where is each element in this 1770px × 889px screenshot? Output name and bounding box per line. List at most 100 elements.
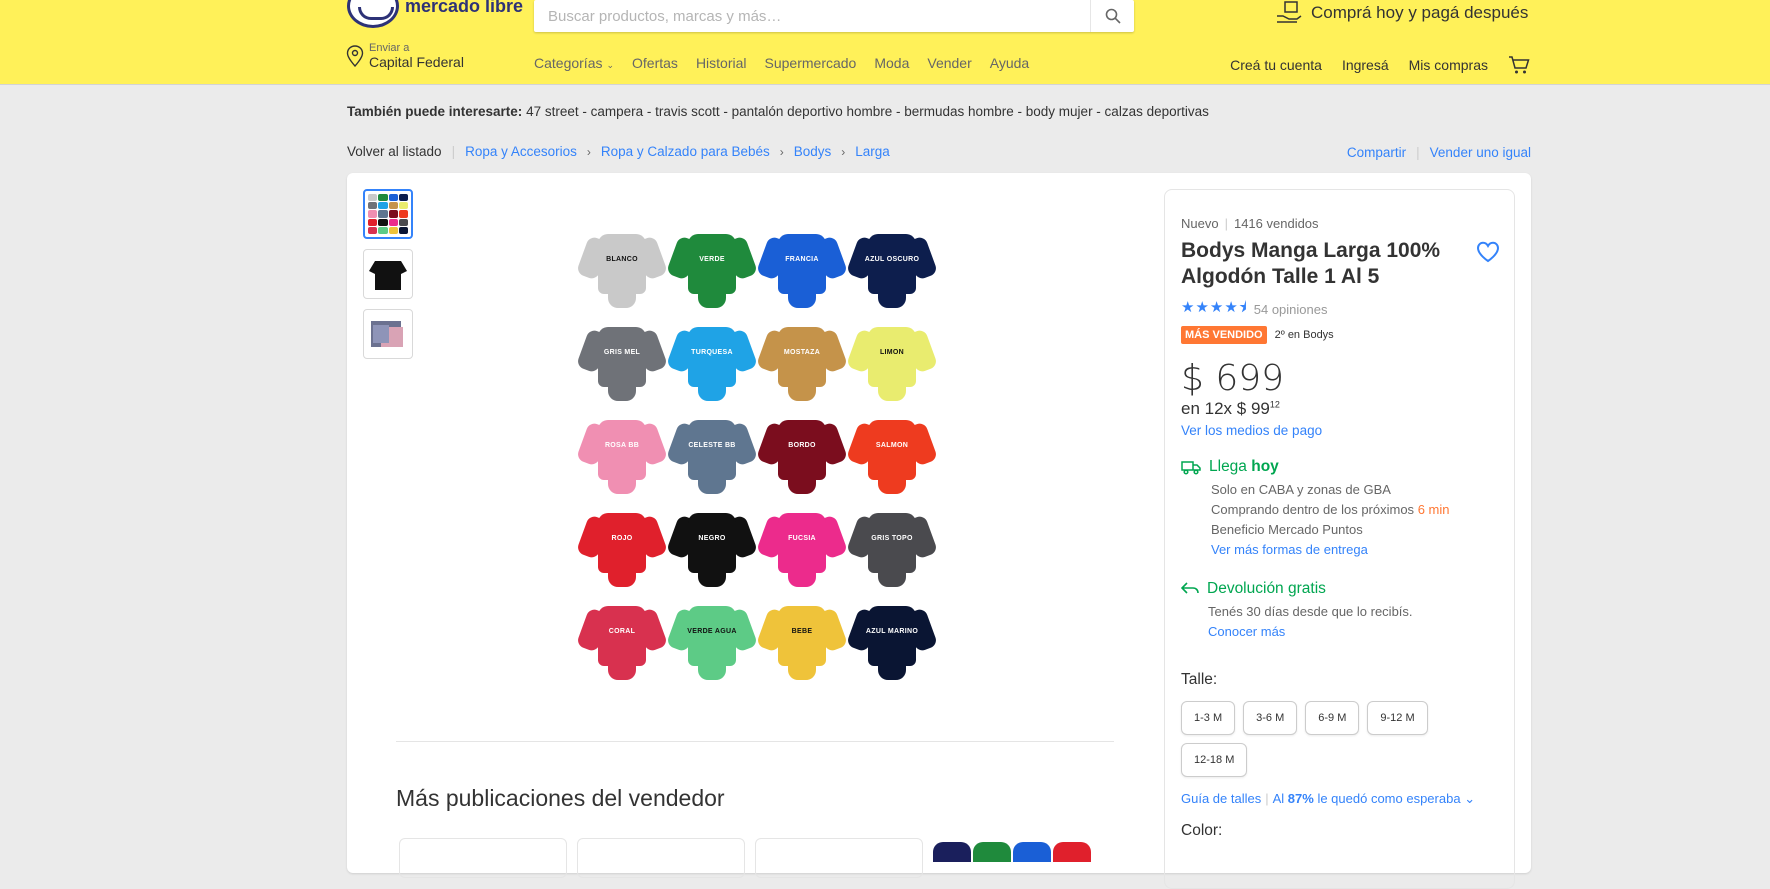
nav-vender[interactable]: Vender xyxy=(927,55,971,71)
shipping-line: Comprando dentro de los próximos 6 min xyxy=(1211,500,1449,520)
chevron-down-icon: ⌄ xyxy=(1464,791,1476,806)
nav-supermercado[interactable]: Supermercado xyxy=(765,55,857,71)
bodysuit-color-label: BEBE xyxy=(791,628,813,635)
publication-card[interactable] xyxy=(399,838,567,878)
bodysuit-crotch xyxy=(608,660,636,680)
bodysuit-torso xyxy=(688,234,736,294)
create-account-link[interactable]: Creá tu cuenta xyxy=(1230,57,1322,73)
user-nav: Creá tu cuenta Ingresá Mis compras xyxy=(1230,55,1530,75)
bodysuit-item: ROSA BB xyxy=(575,414,669,502)
bodysuit-crotch xyxy=(698,288,726,308)
bodysuit-torso xyxy=(868,606,916,666)
promo-banner[interactable]: Comprá hoy y pagá después xyxy=(1275,0,1528,26)
thumb-swatch xyxy=(368,194,378,202)
shipping-line-text: Comprando dentro de los próximos xyxy=(1211,502,1415,517)
shipping-header: Llega hoy xyxy=(1181,458,1449,476)
shipping-title-text: Llega xyxy=(1209,458,1247,475)
login-link[interactable]: Ingresá xyxy=(1342,57,1389,73)
search-button[interactable] xyxy=(1090,0,1134,32)
best-seller-badge: MÁS VENDIDO xyxy=(1181,326,1267,344)
bodysuit-torso xyxy=(688,327,736,387)
publication-card[interactable] xyxy=(933,838,1101,878)
learn-more-link[interactable]: Conocer más xyxy=(1208,624,1285,639)
bodysuit-item: MOSTAZA xyxy=(755,321,849,409)
main-product-image[interactable]: BLANCO VERDE FRANCIA AZUL OSCURO GRIS MEL TUR… xyxy=(575,228,942,688)
more-shipping-link[interactable]: Ver más formas de entrega xyxy=(1211,542,1368,557)
nav-ayuda[interactable]: Ayuda xyxy=(990,55,1029,71)
share-actions: Compartir | Vender uno igual xyxy=(1347,145,1531,160)
nav-categorias[interactable]: Categorías ⌄ xyxy=(534,55,614,71)
cart-icon[interactable] xyxy=(1508,55,1530,75)
thumb-swatch xyxy=(368,218,378,226)
shipping-line: Solo en CABA y zonas de GBA xyxy=(1211,482,1391,497)
bodysuit-item: GRIS MEL xyxy=(575,321,669,409)
fit-prefix: Al xyxy=(1272,791,1285,806)
breadcrumb-item[interactable]: Ropa y Accesorios xyxy=(465,144,577,159)
nav-moda[interactable]: Moda xyxy=(874,55,909,71)
bodysuit-crotch xyxy=(878,288,906,308)
nav-ofertas[interactable]: Ofertas xyxy=(632,55,678,71)
sell-similar-link[interactable]: Vender uno igual xyxy=(1430,145,1531,160)
breadcrumb-item[interactable]: Bodys xyxy=(794,144,832,159)
bodysuit-torso xyxy=(778,606,826,666)
color-label: Color: xyxy=(1181,822,1223,839)
chevron-right-icon: › xyxy=(841,144,846,159)
return-details: Tenés 30 días desde que lo recibís. Cono… xyxy=(1208,602,1413,642)
share-link[interactable]: Compartir xyxy=(1347,145,1406,160)
thumb-swatch xyxy=(398,202,408,210)
bodysuit-torso xyxy=(868,234,916,294)
mercadolibre-logo[interactable]: mercado libre xyxy=(347,0,523,28)
more-publications-title: Más publicaciones del vendedor xyxy=(396,785,725,811)
size-guide-link[interactable]: Guía de talles xyxy=(1181,791,1261,806)
body-thumb xyxy=(1013,842,1051,862)
bodysuit-torso xyxy=(598,513,646,573)
installments-amount: en 12x $ 99 xyxy=(1181,399,1270,418)
search-input[interactable] xyxy=(534,1,1090,31)
back-to-list-link[interactable]: Volver al listado xyxy=(347,144,442,159)
publication-card[interactable] xyxy=(577,838,745,878)
rating[interactable]: ★★★★⯨ 54 opiniones xyxy=(1181,297,1327,322)
bodysuit-item: BLANCO xyxy=(575,228,669,316)
chevron-right-icon: › xyxy=(586,144,591,159)
condition: Nuevo xyxy=(1181,216,1219,231)
nav-historial[interactable]: Historial xyxy=(696,55,747,71)
divider: | xyxy=(451,144,456,159)
shipping-details: Solo en CABA y zonas de GBA Comprando de… xyxy=(1211,480,1449,560)
thumbnail-2[interactable] xyxy=(363,249,413,299)
my-purchases-link[interactable]: Mis compras xyxy=(1409,57,1488,73)
payment-methods-link[interactable]: Ver los medios de pago xyxy=(1181,423,1322,438)
thumbnail-1[interactable] xyxy=(363,189,413,239)
thumb-swatch xyxy=(368,226,378,234)
divider xyxy=(396,741,1114,742)
reviews-count: 54 opiniones xyxy=(1253,302,1328,317)
logo-text: mercado libre xyxy=(405,0,524,16)
installments: en 12x $ 9912 xyxy=(1181,399,1280,419)
breadcrumb-item[interactable]: Larga xyxy=(855,144,890,159)
size-option[interactable]: 3-6 M xyxy=(1243,701,1298,735)
thumb-swatch xyxy=(398,226,408,234)
size-option[interactable]: 1-3 M xyxy=(1181,701,1236,735)
bodysuit-torso xyxy=(688,606,736,666)
installments-cents: 12 xyxy=(1269,399,1280,410)
delivery-location[interactable]: Enviar a Capital Federal xyxy=(346,42,464,70)
publication-card[interactable] xyxy=(755,838,923,878)
size-option[interactable]: 12-18 M xyxy=(1181,743,1248,777)
size-guide[interactable]: Guía de talles | Al 87% le quedó como espe… xyxy=(1181,791,1475,807)
breadcrumb-item[interactable]: Ropa y Calzado para Bebés xyxy=(601,144,770,159)
bodysuit-item: SALMON xyxy=(845,414,939,502)
bodysuit-color-label: NEGRO xyxy=(698,535,726,542)
ranking-link[interactable]: 2º en Bodys xyxy=(1275,329,1334,341)
bodysuit-color-label: ROJO xyxy=(611,535,633,542)
size-options: 1-3 M 3-6 M 6-9 M 9-12 M 12-18 M xyxy=(1181,701,1501,777)
size-option[interactable]: 9-12 M xyxy=(1367,701,1428,735)
bodysuit-torso xyxy=(778,234,826,294)
thumbnail-3[interactable] xyxy=(363,309,413,359)
bodysuit-crotch xyxy=(878,567,906,587)
size-option[interactable]: 6-9 M xyxy=(1305,701,1360,735)
thumb-swatch xyxy=(368,210,378,218)
location-pin-icon xyxy=(346,45,364,67)
bodysuit-torso xyxy=(778,327,826,387)
suggestions-items[interactable]: 47 street - campera - travis scott - pan… xyxy=(526,104,1209,119)
bodysuit-item: CELESTE BB xyxy=(665,414,759,502)
heart-icon[interactable] xyxy=(1476,241,1500,263)
